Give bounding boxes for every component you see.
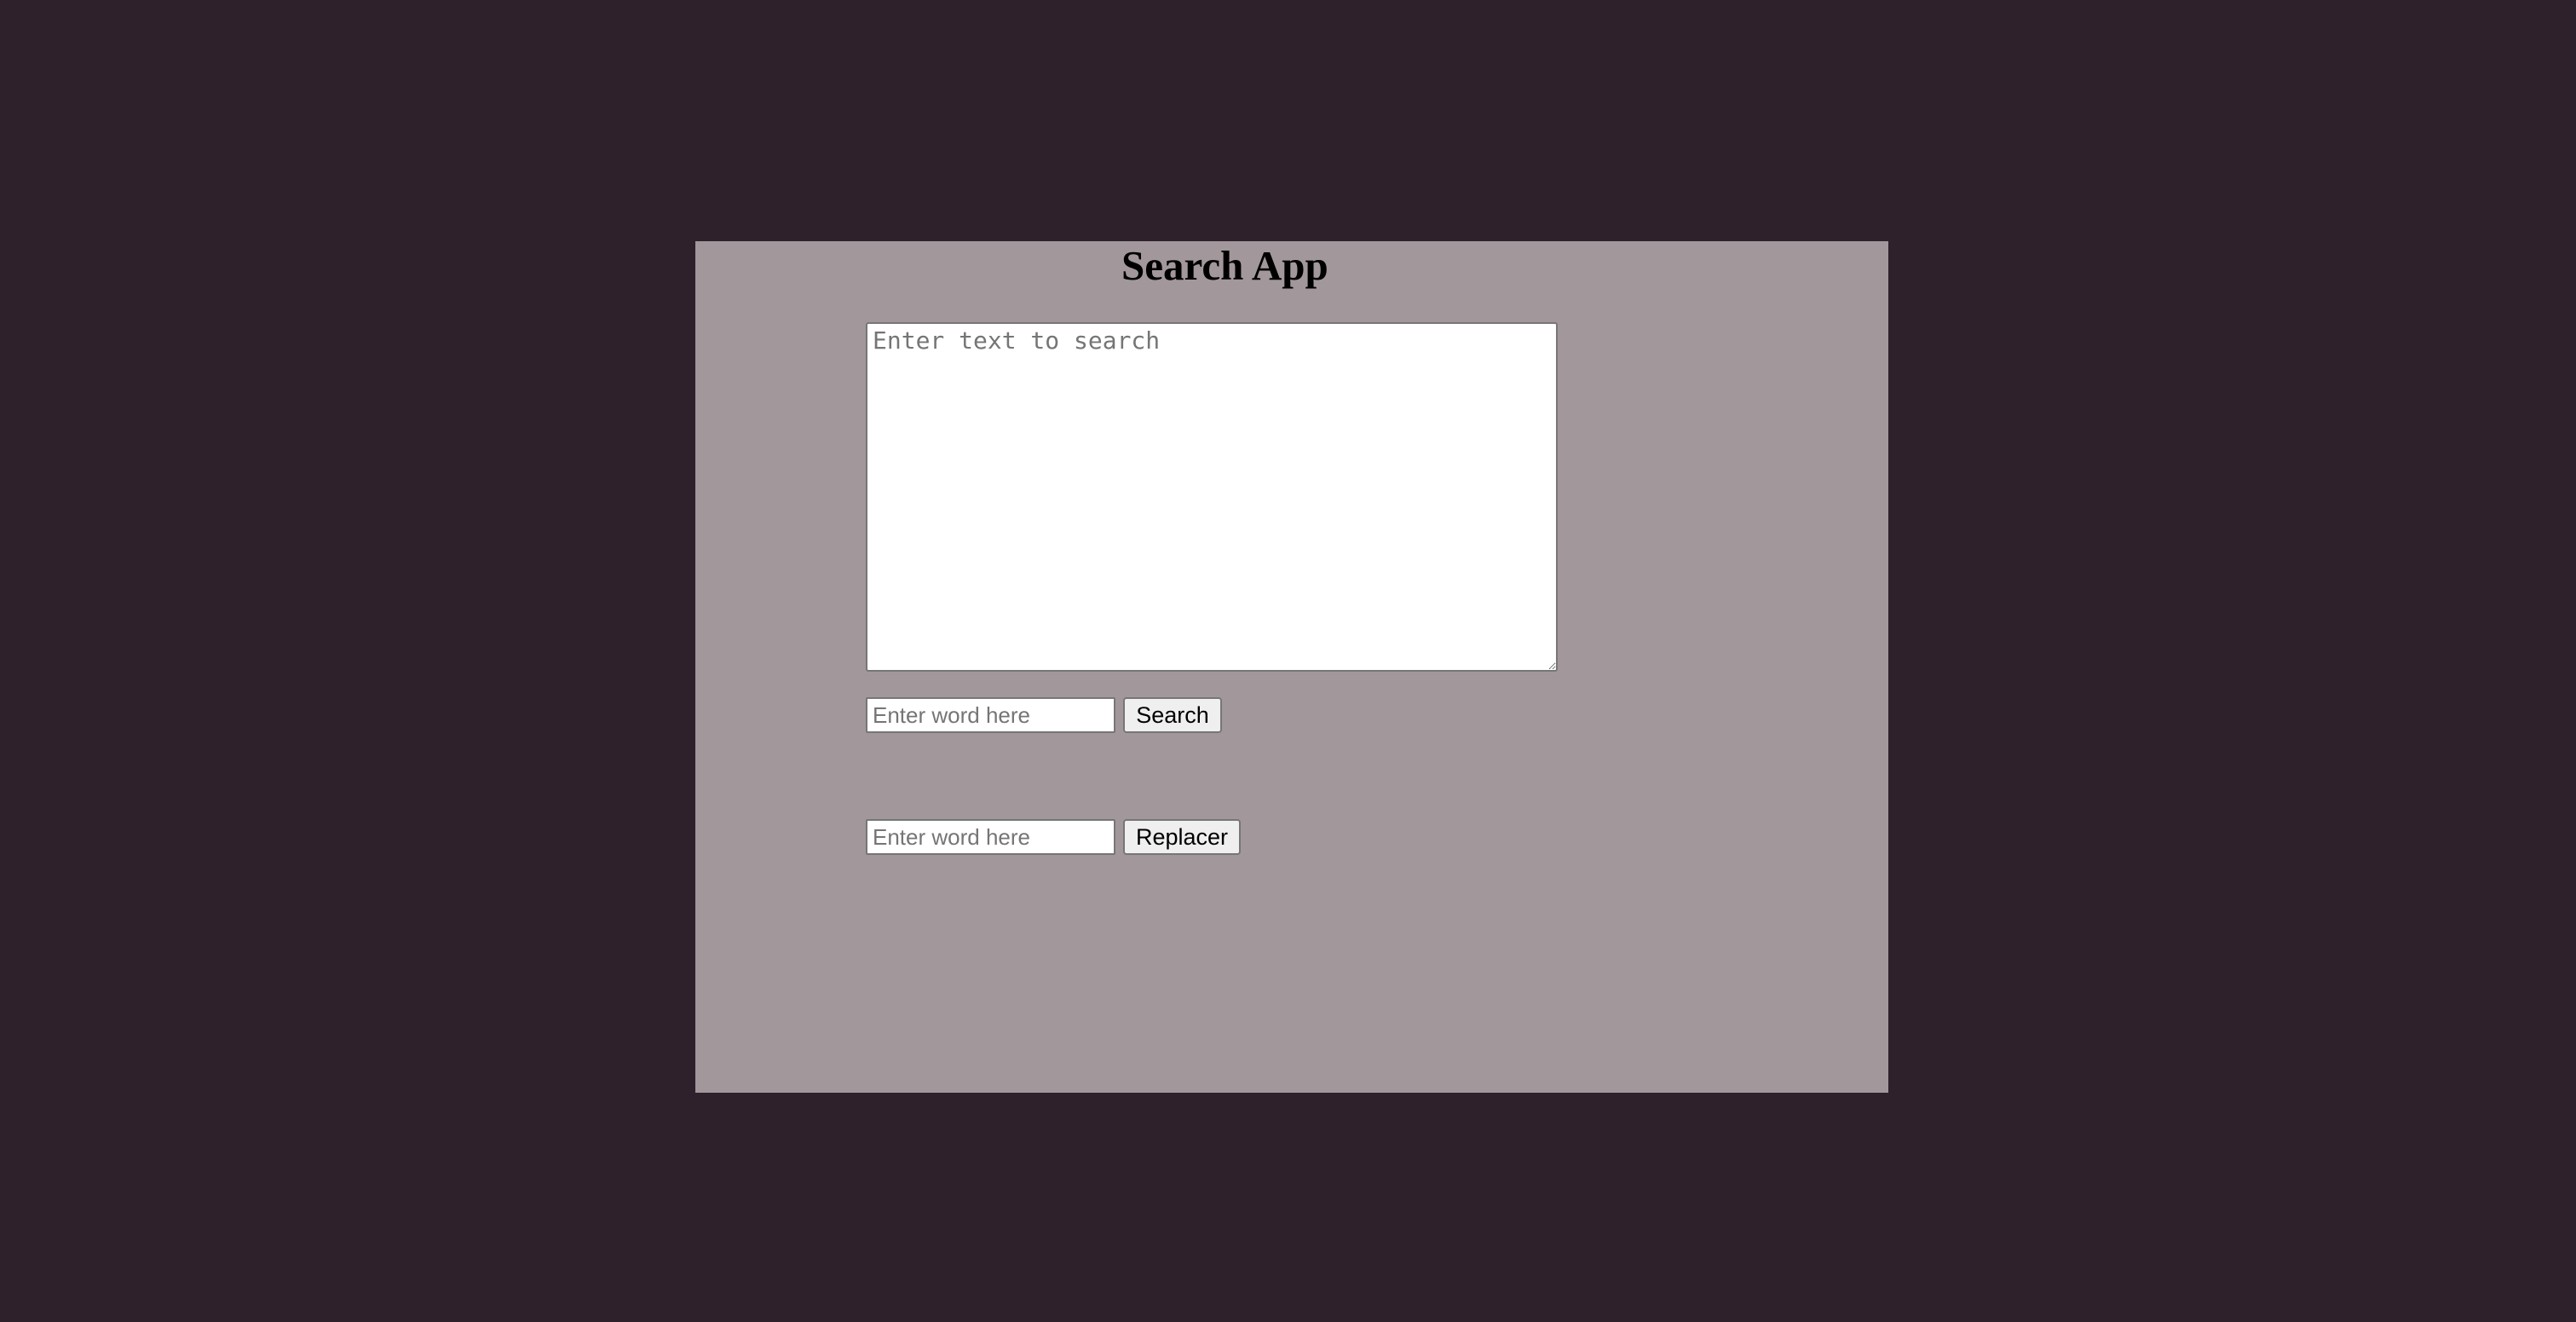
search-button[interactable]: Search bbox=[1123, 697, 1222, 733]
search-text-area[interactable] bbox=[866, 322, 1558, 672]
page: Search App Search Replacer bbox=[0, 0, 2576, 1322]
replace-word-input[interactable] bbox=[866, 819, 1115, 855]
page-title: Search App bbox=[1121, 242, 1328, 289]
replace-button[interactable]: Replacer bbox=[1123, 819, 1241, 855]
search-word-input[interactable] bbox=[866, 697, 1115, 733]
